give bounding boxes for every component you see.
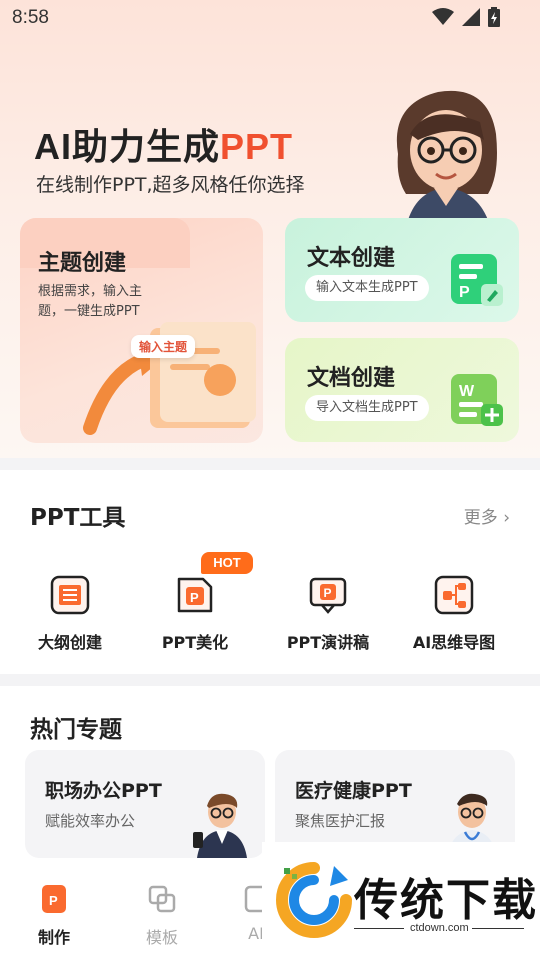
hero-title-accent: PPT (220, 126, 294, 167)
watermark-line-left (354, 928, 404, 929)
svg-text:P: P (324, 586, 332, 600)
ppt-speech-icon: P (309, 577, 347, 614)
hero-title: AI助力生成PPT (34, 118, 293, 170)
tool-label: PPT演讲稿 (286, 633, 370, 652)
status-icons (432, 7, 500, 27)
topic-title: 职场办公PPT (45, 780, 162, 802)
chevron-right-icon: › (497, 508, 510, 528)
tool-ppt-speech[interactable]: P PPT演讲稿 (268, 575, 388, 653)
templates-icon (148, 885, 176, 913)
theme-input-tag: 输入主题 (131, 335, 196, 358)
businessman-illustration (193, 793, 247, 858)
ppt-tools-section: PPT工具 更多 › HOT 大纲创建 P PPT美化 P PPT演讲稿 AI思… (0, 470, 540, 674)
text-create-button[interactable]: 输入文本生成PPT (305, 275, 429, 301)
tools-more-link[interactable]: 更多 › (464, 503, 510, 528)
svg-text:P: P (190, 590, 199, 605)
theme-create-description: 根据需求，输入主题，一键生成PPT (38, 284, 143, 319)
doc-create-title: 文档创建 (307, 366, 396, 391)
topic-subtitle: 赋能效率办公 (45, 812, 136, 830)
tool-outline-create[interactable]: 大纲创建 (10, 575, 130, 653)
status-bar: 8:58 (0, 0, 540, 38)
wifi-icon (432, 8, 454, 25)
tools-title: PPT工具 (30, 505, 126, 531)
avatar-illustration (396, 90, 497, 220)
nav-label: 模板 (145, 928, 178, 947)
theme-create-card[interactable]: 主题创建 根据需求，输入主题，一键生成PPT 输入主题 (20, 218, 263, 443)
text-create-title: 文本创建 (307, 246, 396, 271)
hero-title-prefix: AI助力生成 (34, 126, 221, 167)
topic-title: 医疗健康PPT (295, 780, 412, 802)
tool-label: 大纲创建 (37, 633, 102, 652)
watermark-text: 传统下载 (354, 875, 538, 926)
tool-label: AI思维导图 (412, 633, 496, 652)
hot-badge: HOT (201, 552, 253, 574)
make-icon: P (42, 885, 66, 913)
battery-icon (488, 7, 500, 27)
hero-subtitle: 在线制作PPT,超多风格任你选择 (36, 174, 305, 196)
doc-create-button[interactable]: 导入文档生成PPT (305, 395, 429, 421)
nav-label: 制作 (37, 928, 70, 947)
topic-card-office[interactable]: 职场办公PPT 赋能效率办公 (25, 750, 265, 858)
ppt-beautify-icon: P (177, 577, 213, 613)
svg-text:P: P (49, 893, 58, 908)
watermark-line-right (472, 928, 524, 929)
nav-item-templates[interactable]: 模板 (122, 884, 202, 948)
watermark-overlay: 传统下载 ctdown.com (262, 842, 540, 960)
tool-ai-mindmap[interactable]: AI思维导图 (394, 575, 514, 653)
tool-ppt-beautify[interactable]: P PPT美化 (135, 575, 255, 653)
nav-item-make[interactable]: P 制作 (14, 884, 94, 948)
status-time: 8:58 (12, 7, 49, 28)
text-document-icon: P (451, 254, 503, 306)
watermark-url: ctdown.com (410, 922, 469, 934)
topics-title: 热门专题 (30, 717, 122, 743)
tool-label: PPT美化 (161, 633, 229, 652)
topic-subtitle: 聚焦医护汇报 (295, 812, 386, 830)
svg-text:W: W (459, 383, 475, 400)
svg-text:P: P (459, 284, 470, 301)
outline-icon (50, 575, 90, 615)
doc-create-card[interactable]: 文档创建 导入文档生成PPT W (285, 338, 519, 442)
signal-icon (462, 8, 480, 26)
text-create-card[interactable]: 文本创建 输入文本生成PPT P (285, 218, 519, 322)
word-document-icon: W (451, 374, 503, 426)
more-label: 更多 (463, 508, 498, 528)
mindmap-icon (434, 575, 474, 615)
watermark-logo-icon (276, 862, 352, 938)
theme-create-title: 主题创建 (38, 251, 127, 276)
